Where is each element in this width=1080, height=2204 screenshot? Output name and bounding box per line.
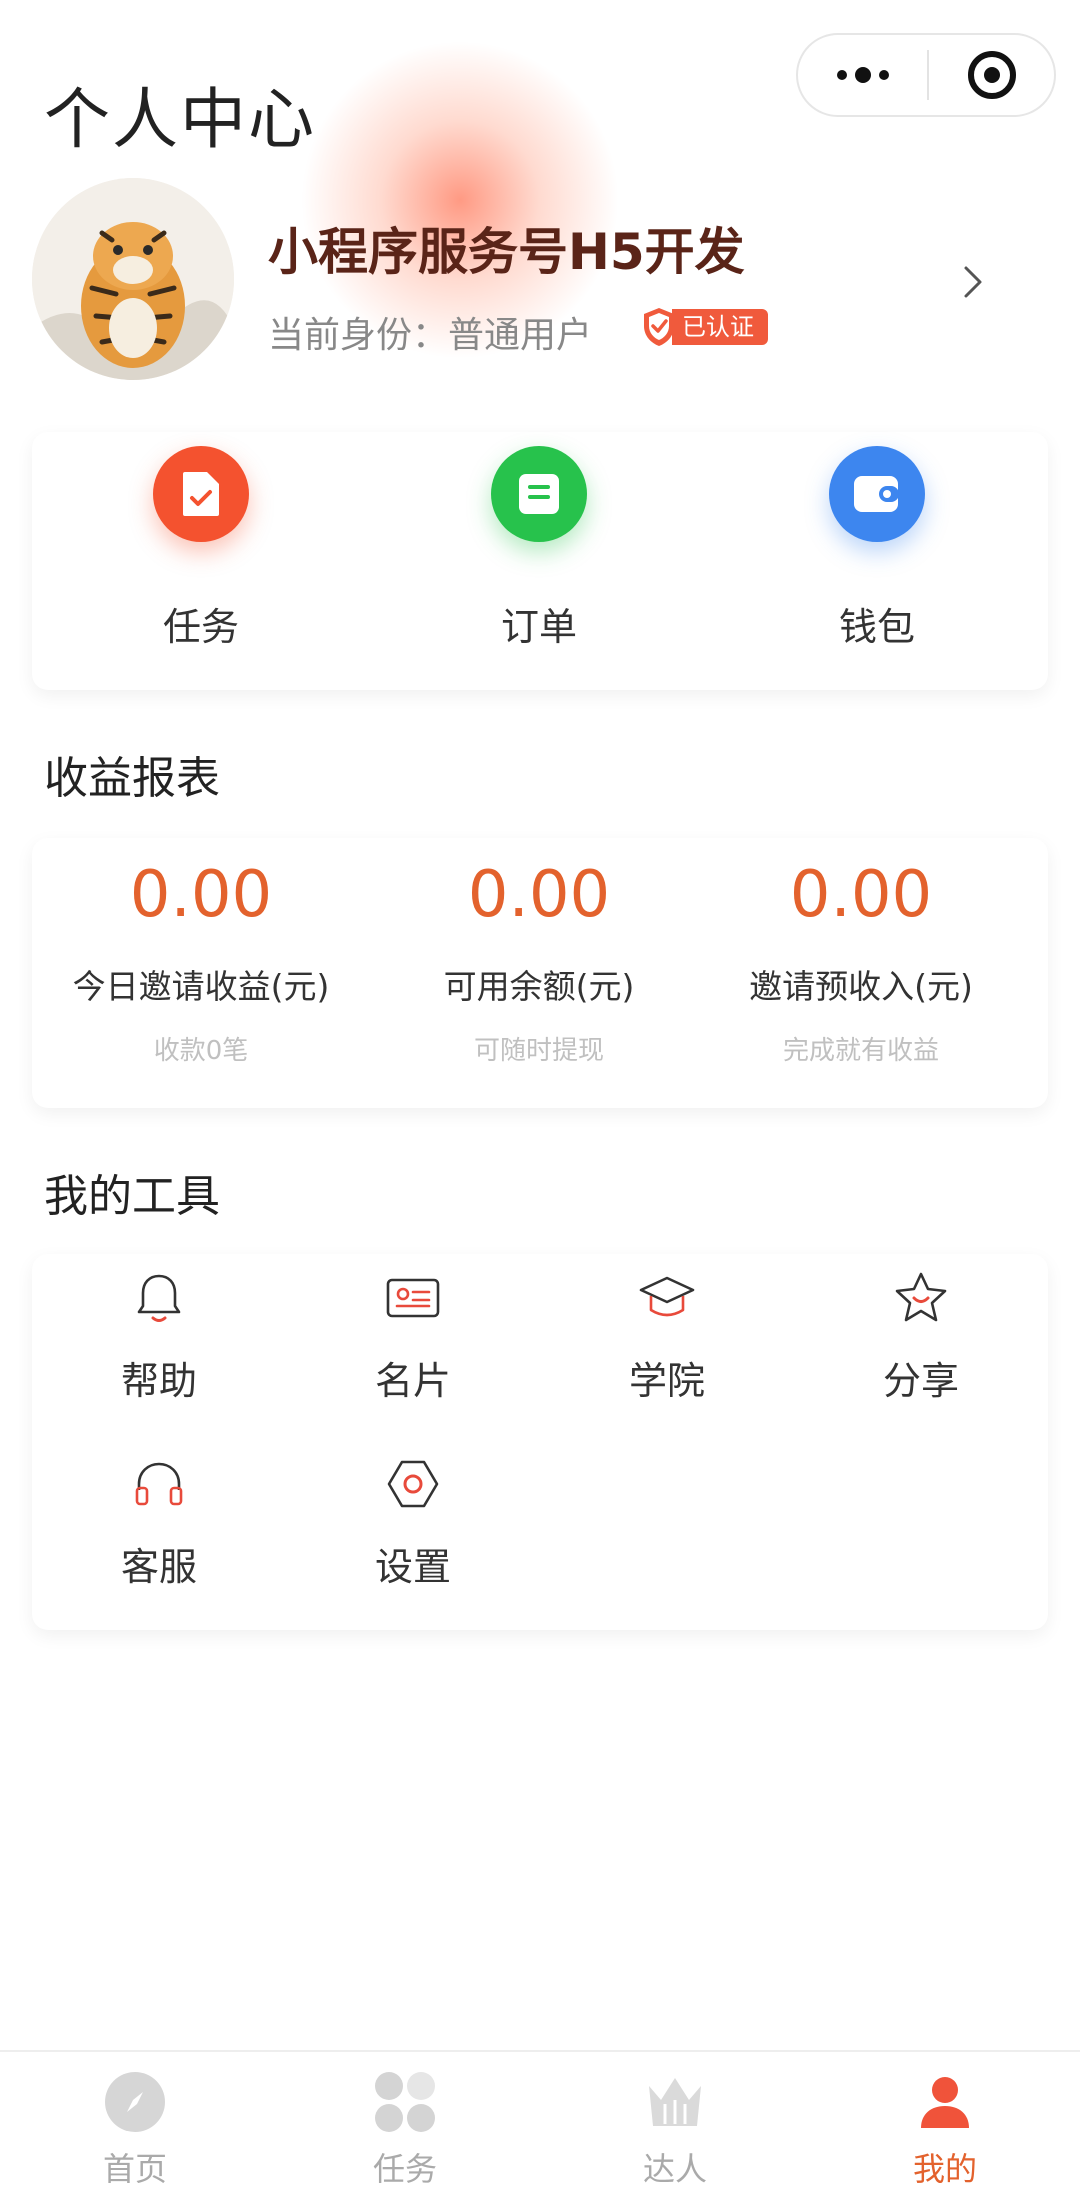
earnings-label: 今日邀请收益(元) [72,967,330,1006]
earnings-value: 0.00 [467,858,611,932]
more-button[interactable] [798,35,927,115]
quick-action-label: 钱包 [838,605,915,649]
tab-experts[interactable]: 达人 [540,2052,810,2204]
more-dot [854,67,871,83]
mini-program-capsule [796,33,1056,117]
tool-label: 学院 [628,1359,705,1403]
headphones-icon [135,1462,183,1506]
verified-badge: 已认证 [640,306,768,348]
tab-tasks[interactable]: 任务 [270,2052,540,2204]
earnings-subtext: 收款0笔 [153,1036,249,1066]
page-title: 个人中心 [44,81,316,158]
tool-label: 名片 [374,1359,451,1403]
tab-label: 达人 [642,2150,707,2188]
quick-action-order[interactable]: 订单 [370,432,708,690]
crown-icon [649,2078,701,2126]
user-name[interactable]: 小程序服务号H5开发 [268,212,745,284]
quick-action-task[interactable]: 任务 [32,432,370,690]
tool-settings[interactable]: 设置 [286,1440,540,1610]
earnings-title: 收益报表 [44,753,220,804]
id-card-icon [386,1278,440,1318]
settings-hexagon-icon [387,1460,439,1508]
tab-label: 任务 [372,2150,437,2188]
earnings-subtext: 可随时提现 [473,1036,604,1066]
tool-label: 分享 [882,1359,959,1403]
earnings-value: 0.00 [789,858,933,932]
user-icon [921,2077,969,2128]
tool-customer-service[interactable]: 客服 [32,1440,286,1610]
close-button[interactable] [929,35,1054,115]
more-dot [878,70,889,80]
quick-action-label: 订单 [500,605,577,649]
tools-card: 帮助 名片 学院 分享 客服 设置 [32,1254,1048,1630]
tab-home[interactable]: 首页 [0,2052,270,2204]
earnings-item[interactable]: 0.00 可用余额(元) 可随时提现 [370,838,708,1108]
tool-academy[interactable]: 学院 [540,1254,794,1424]
verified-label: 已认证 [672,309,768,345]
graduation-cap-icon [639,1276,695,1317]
earnings-subtext: 完成就有收益 [782,1036,939,1066]
earnings-label: 可用余额(元) [443,967,635,1006]
chevron-right-icon[interactable] [958,262,988,302]
quick-actions-card: 任务 订单 钱包 [32,432,1048,690]
task-doc-icon [153,446,249,542]
tiger-avatar-image [32,178,234,380]
earnings-value: 0.00 [129,858,273,932]
quick-action-label: 任务 [162,605,239,649]
more-dot [836,70,847,80]
tools-title: 我的工具 [44,1171,220,1222]
tool-share[interactable]: 分享 [794,1254,1048,1424]
quick-action-wallet[interactable]: 钱包 [708,432,1046,690]
compass-icon [105,2072,165,2132]
earnings-label: 邀请预收入(元) [749,967,973,1006]
wallet-icon [829,446,925,542]
star-icon [895,1272,947,1322]
bell-icon [137,1274,181,1322]
close-target-icon [967,51,1016,99]
tool-label: 帮助 [120,1359,197,1403]
tool-help[interactable]: 帮助 [32,1254,286,1424]
earnings-item[interactable]: 0.00 邀请预收入(元) 完成就有收益 [692,838,1030,1108]
earnings-card: 0.00 今日邀请收益(元) 收款0笔 0.00 可用余额(元) 可随时提现 0… [32,838,1048,1108]
order-list-icon [491,446,587,542]
tool-label: 客服 [120,1545,197,1589]
tab-label: 首页 [102,2150,167,2188]
avatar[interactable] [32,178,234,380]
tab-mine[interactable]: 我的 [810,2052,1080,2204]
tab-label: 我的 [912,2150,977,2188]
user-role: 当前身份：普通用户 [268,315,593,356]
bottom-tab-bar: 首页 任务 达人 我的 [0,2050,1080,2204]
tool-label: 设置 [374,1545,451,1589]
earnings-item[interactable]: 0.00 今日邀请收益(元) 收款0笔 [32,838,370,1108]
grid-icon [375,2072,435,2132]
tool-card[interactable]: 名片 [286,1254,540,1424]
